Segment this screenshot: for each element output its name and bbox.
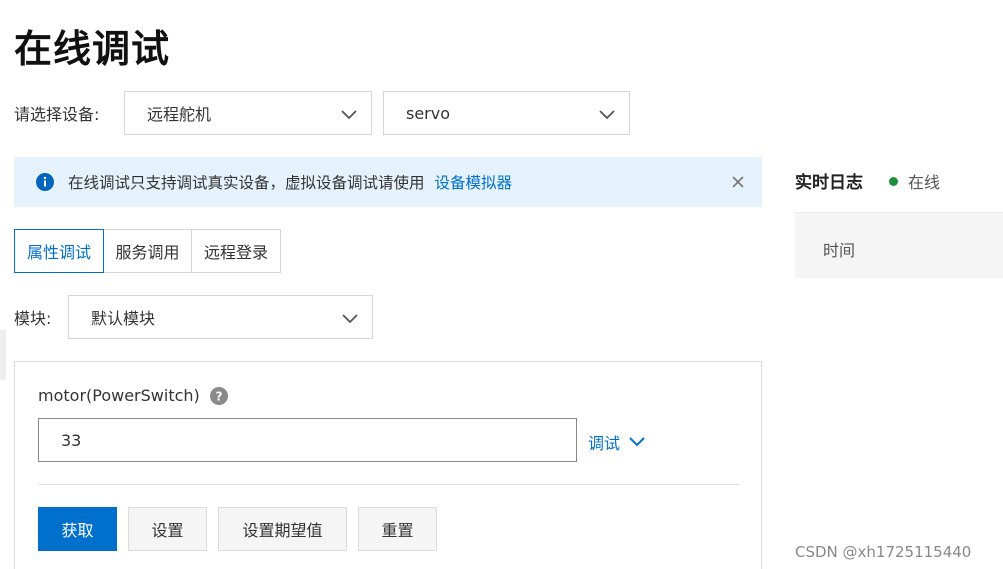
property-value-input[interactable] [38, 418, 577, 462]
property-name: motor(PowerSwitch) ? [38, 386, 228, 405]
property-name-text: motor(PowerSwitch) [38, 386, 200, 405]
set-expected-value-button[interactable]: 设置期望值 [218, 507, 347, 551]
notice-text: 在线调试只支持调试真实设备，虚拟设备调试请使用 [68, 174, 425, 192]
device-select-value: servo [406, 103, 451, 123]
get-button[interactable]: 获取 [38, 507, 117, 551]
watermark: CSDN @xh1725115440 [795, 543, 972, 561]
module-select[interactable]: 默认模块 [68, 295, 373, 339]
divider [38, 484, 740, 485]
help-icon[interactable]: ? [209, 386, 228, 405]
chevron-down-icon [599, 110, 615, 120]
page-title: 在线调试 [14, 27, 171, 71]
device-select[interactable]: servo [383, 91, 630, 135]
debug-tabs: 属性调试 服务调用 远程登录 [14, 229, 281, 273]
log-column-time: 时间 [823, 241, 856, 260]
online-status: 在线 [889, 169, 940, 193]
property-card: motor(PowerSwitch) ? 调试 获取 设置 设置期望值 重置 [14, 361, 762, 569]
chevron-down-icon [341, 110, 357, 120]
device-select-row: 请选择设备: [14, 91, 124, 135]
set-button[interactable]: 设置 [128, 507, 207, 551]
notice-banner: 在线调试只支持调试真实设备，虚拟设备调试请使用 设备模拟器 [14, 157, 762, 207]
device-select-label: 请选择设备: [14, 105, 100, 124]
debug-label: 调试 [588, 434, 621, 453]
info-icon [36, 173, 54, 191]
module-label: 模块: [14, 309, 52, 328]
debug-dropdown[interactable]: 调试 [588, 430, 646, 454]
log-table-header: 时间 [795, 212, 1003, 278]
side-panel-handle[interactable] [0, 330, 6, 380]
status-dot-icon [889, 176, 898, 186]
chevron-down-icon [342, 314, 358, 324]
simulator-link[interactable]: 设备模拟器 [435, 171, 513, 193]
realtime-log-title: 实时日志 [795, 173, 863, 193]
product-select[interactable]: 远程舵机 [124, 91, 372, 135]
tab-remote-login[interactable]: 远程登录 [192, 229, 281, 273]
svg-text:?: ? [215, 389, 222, 403]
tab-service-call[interactable]: 服务调用 [104, 229, 192, 273]
online-status-text: 在线 [908, 173, 941, 192]
chevron-down-icon [629, 437, 645, 447]
module-select-value: 默认模块 [91, 309, 156, 328]
close-icon[interactable] [730, 174, 746, 190]
tab-property-debug[interactable]: 属性调试 [14, 229, 104, 273]
product-select-value: 远程舵机 [147, 105, 212, 124]
reset-button[interactable]: 重置 [358, 507, 437, 551]
